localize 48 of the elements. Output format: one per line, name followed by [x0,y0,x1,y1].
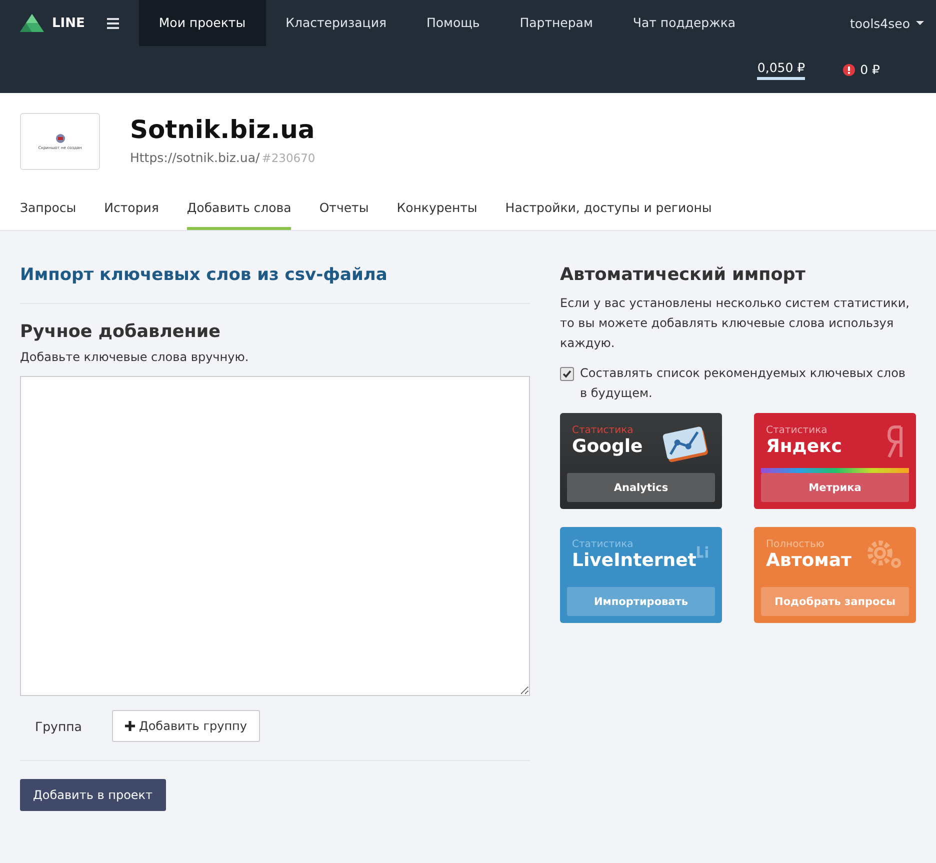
logo-icon [20,14,44,32]
section-title: Ручное добавление [20,322,222,342]
nav-item[interactable]: Мои проекты [138,0,266,46]
plus-icon [124,721,135,731]
import-link[interactable]: Импорт ключевых слов из csv-файла [20,265,530,285]
tab[interactable]: Запросы [20,200,76,230]
chart-icon [660,425,710,465]
card-subtitle: Статистика [766,425,828,436]
card-title: Яндекс [766,436,842,457]
menu-icon[interactable] [106,18,119,28]
card-subtitle: Статистика [572,425,634,436]
tab[interactable]: История [104,200,159,230]
keywords-field[interactable] [20,376,530,696]
project-id: #230670 [262,151,316,165]
add-group-button[interactable]: Добавить группу [112,710,260,742]
card-button[interactable]: Метрика [761,473,909,502]
gears-icon [866,539,904,571]
project-name: Sotnik.biz.ua [130,115,316,144]
card-subtitle: Статистика [572,539,634,550]
tab[interactable]: Настройки, доступы и регионы [505,200,712,230]
add-to-project-button[interactable]: Добавить в проект [20,779,166,811]
placeholder-icon [56,134,64,142]
card-subtitle: Полностью [766,539,826,550]
checkbox-label: Составлять список рекомендуемых ключевых слов в будущем. [580,365,906,402]
tab[interactable]: Отчеты [319,200,369,230]
section-title: Автоматический импорт [560,265,806,285]
description-text: Если у вас установлены несколько систем статистики, то вы можете добавлять ключевые слова используя каждую. [560,295,910,352]
brand-name: LINE [52,16,85,30]
tab[interactable]: Добавить слова [186,200,292,230]
debt-amount: 0 ₽ [860,62,880,77]
group-label: Группа [35,718,82,734]
balance-link[interactable]: 0,050 ₽ [757,60,806,80]
project-url: Https://sotnik.biz.ua/ [130,150,260,165]
user-menu[interactable]: tools4seo [850,16,924,30]
card-title: Google [572,436,643,457]
card-title: Автомат [766,550,852,571]
ya-letter-icon [886,425,904,459]
nav-item[interactable]: Партнерам [500,0,613,46]
alert-icon [843,64,856,76]
nav-item[interactable]: Чат поддержка [612,0,756,46]
hint-text: Добавьте ключевые слова вручную. [20,350,250,364]
nav-item[interactable]: Кластеризация [266,0,406,46]
card-button[interactable]: Analytics [567,473,715,502]
nav-item[interactable]: Помощь [406,0,500,46]
caret-icon [916,20,924,26]
checkbox[interactable] [560,367,574,381]
card-title: LiveInternet [572,550,696,571]
tab[interactable]: Конкуренты [396,200,478,230]
